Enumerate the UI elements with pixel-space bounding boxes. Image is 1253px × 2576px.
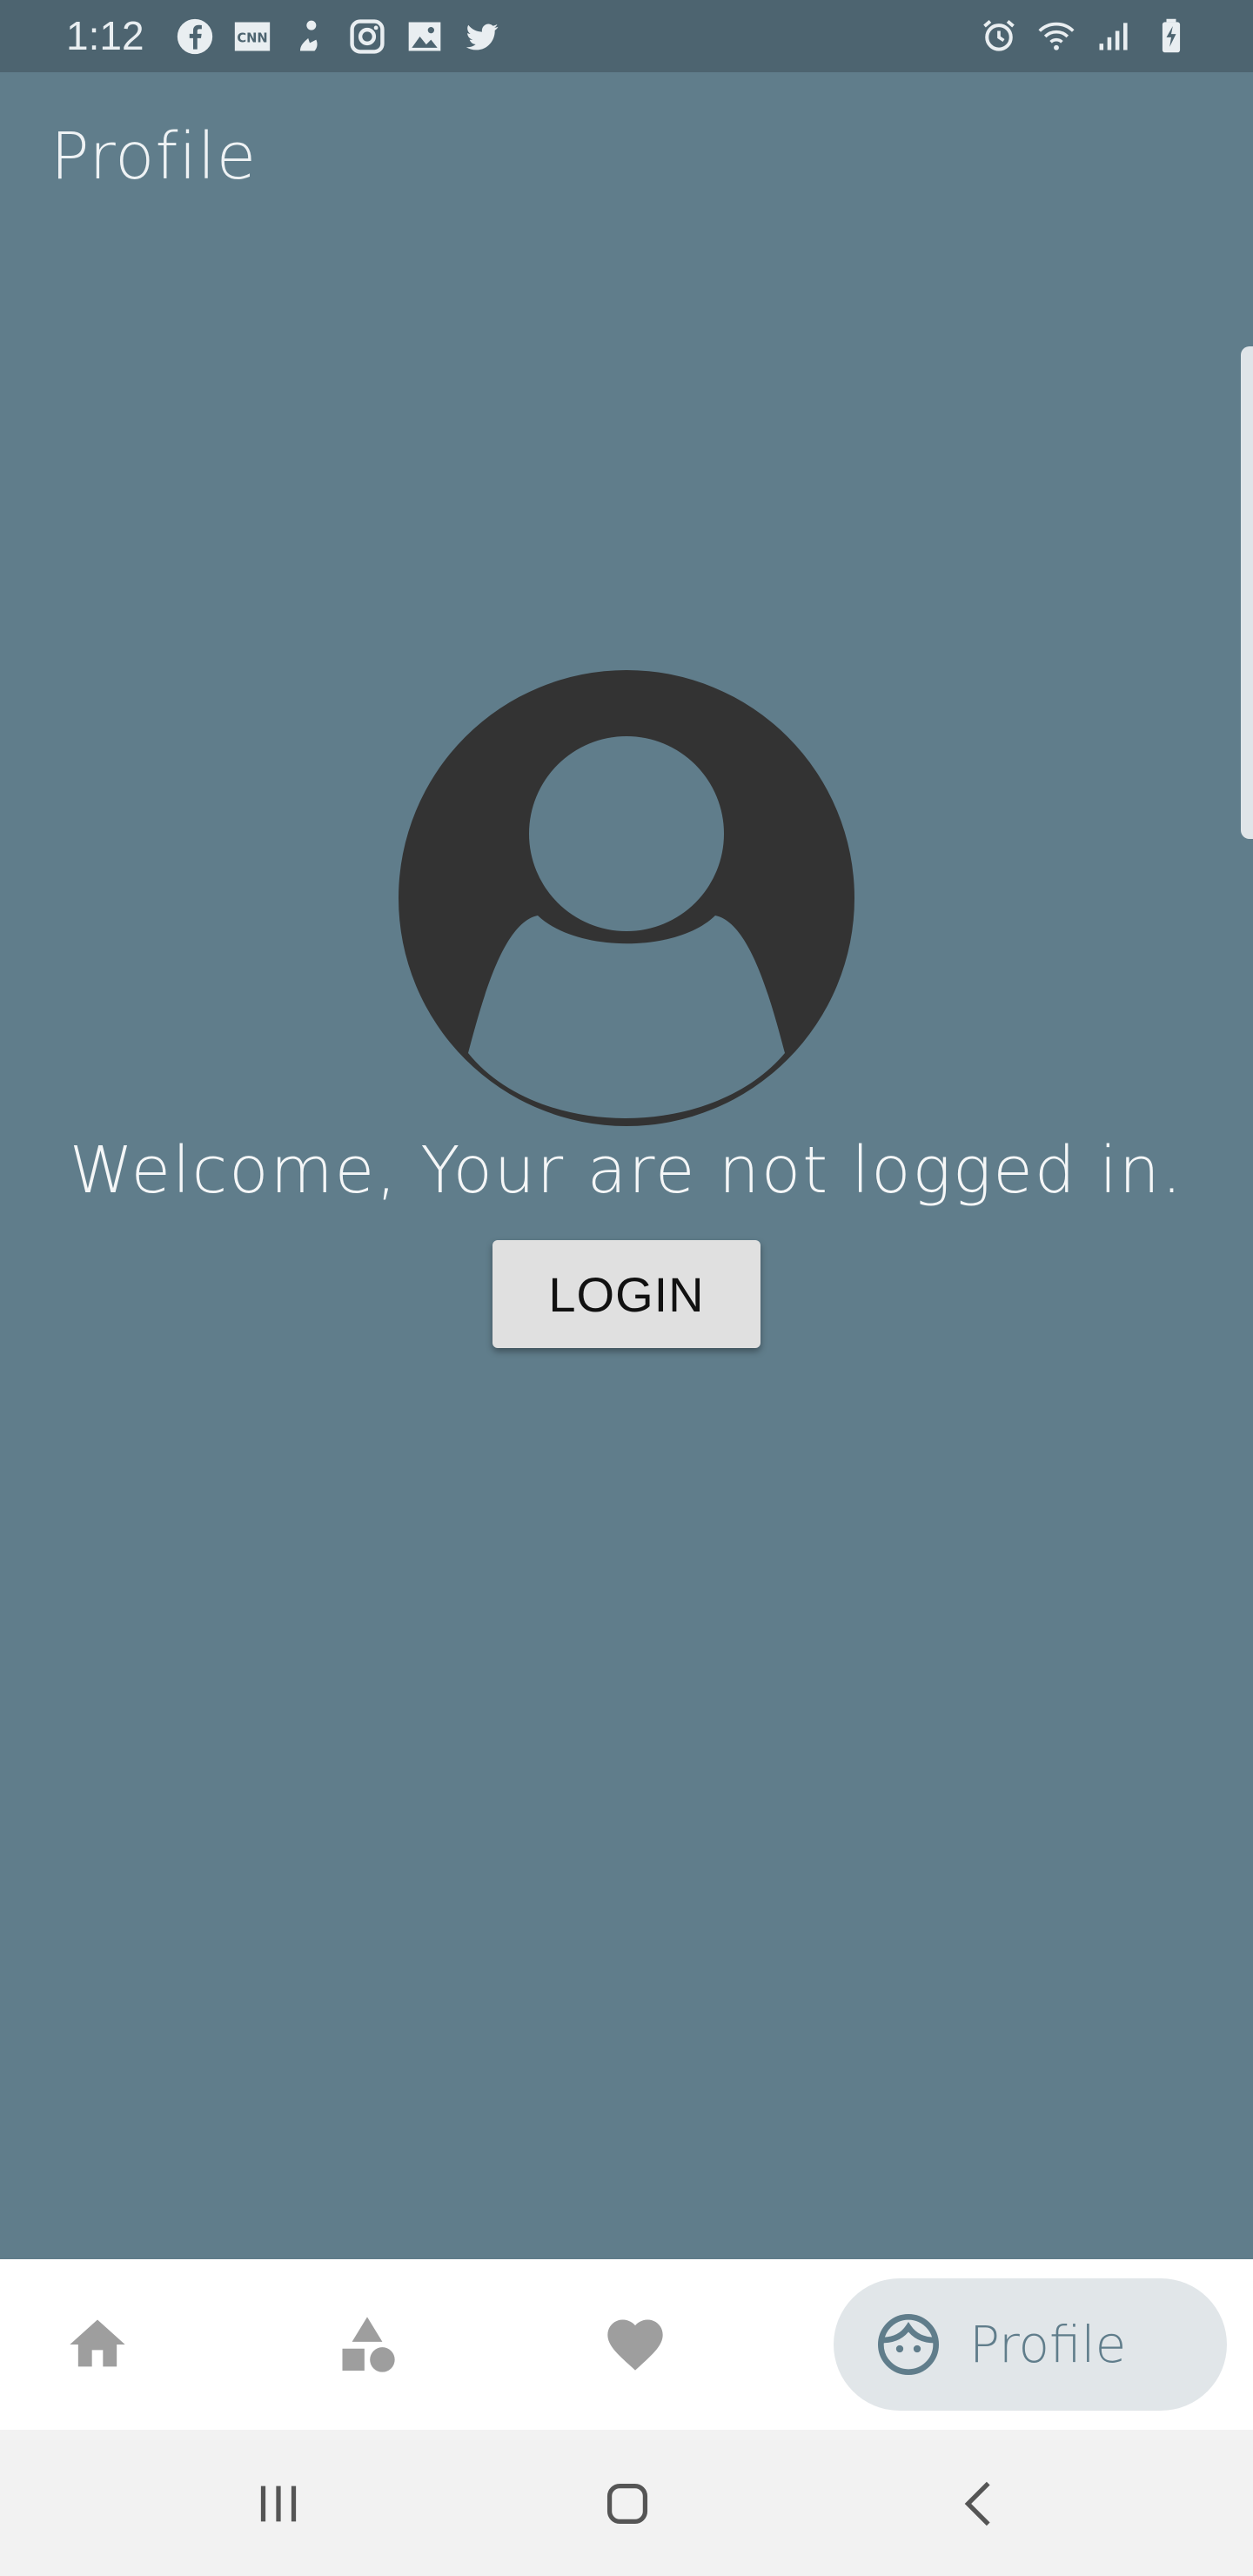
nav-favorites[interactable]: [592, 2259, 679, 2430]
app-icon: [289, 16, 331, 57]
shapes-icon: [342, 2317, 395, 2372]
login-button[interactable]: LOGIN: [492, 1240, 761, 1348]
avatar-icon: [399, 670, 854, 1126]
twitter-icon: [461, 16, 503, 57]
back-chevron-icon: [964, 2481, 990, 2526]
facebook-icon: [174, 16, 216, 57]
status-bar: 1:12 CNN: [0, 0, 1253, 72]
home-icon: [70, 2319, 125, 2367]
recent-apps-button[interactable]: [239, 2465, 318, 2543]
status-time: 1:12: [66, 13, 144, 58]
home-square-icon: [606, 2483, 648, 2525]
signal-icon: [1093, 15, 1135, 57]
svg-text:CNN: CNN: [237, 30, 267, 45]
nav-profile-label: Profile: [969, 2315, 1127, 2374]
system-status-icons: [978, 14, 1192, 57]
alarm-icon: [978, 15, 1020, 57]
profile-icon: [874, 2310, 943, 2379]
nav-home[interactable]: [54, 2259, 141, 2430]
edge-panel-handle[interactable]: [1241, 346, 1253, 839]
gallery-icon: [404, 16, 446, 57]
system-navigation-bar: [0, 2430, 1253, 2576]
welcome-message: Welcome, Your are not logged in.: [69, 1133, 1184, 1208]
instagram-icon: [346, 16, 388, 57]
back-button[interactable]: [941, 2465, 1020, 2543]
heart-icon: [607, 2319, 663, 2371]
recent-apps-icon: [260, 2485, 297, 2522]
page-title: Profile: [50, 119, 258, 194]
nav-profile[interactable]: Profile: [834, 2278, 1227, 2411]
nav-categories[interactable]: [324, 2259, 411, 2430]
battery-charging-icon: [1150, 15, 1192, 57]
notification-icons: CNN: [174, 16, 503, 57]
wifi-icon: [1035, 15, 1077, 57]
home-button[interactable]: [588, 2465, 667, 2543]
cnn-icon: CNN: [231, 16, 273, 57]
bottom-navigation: Profile: [0, 2259, 1253, 2430]
